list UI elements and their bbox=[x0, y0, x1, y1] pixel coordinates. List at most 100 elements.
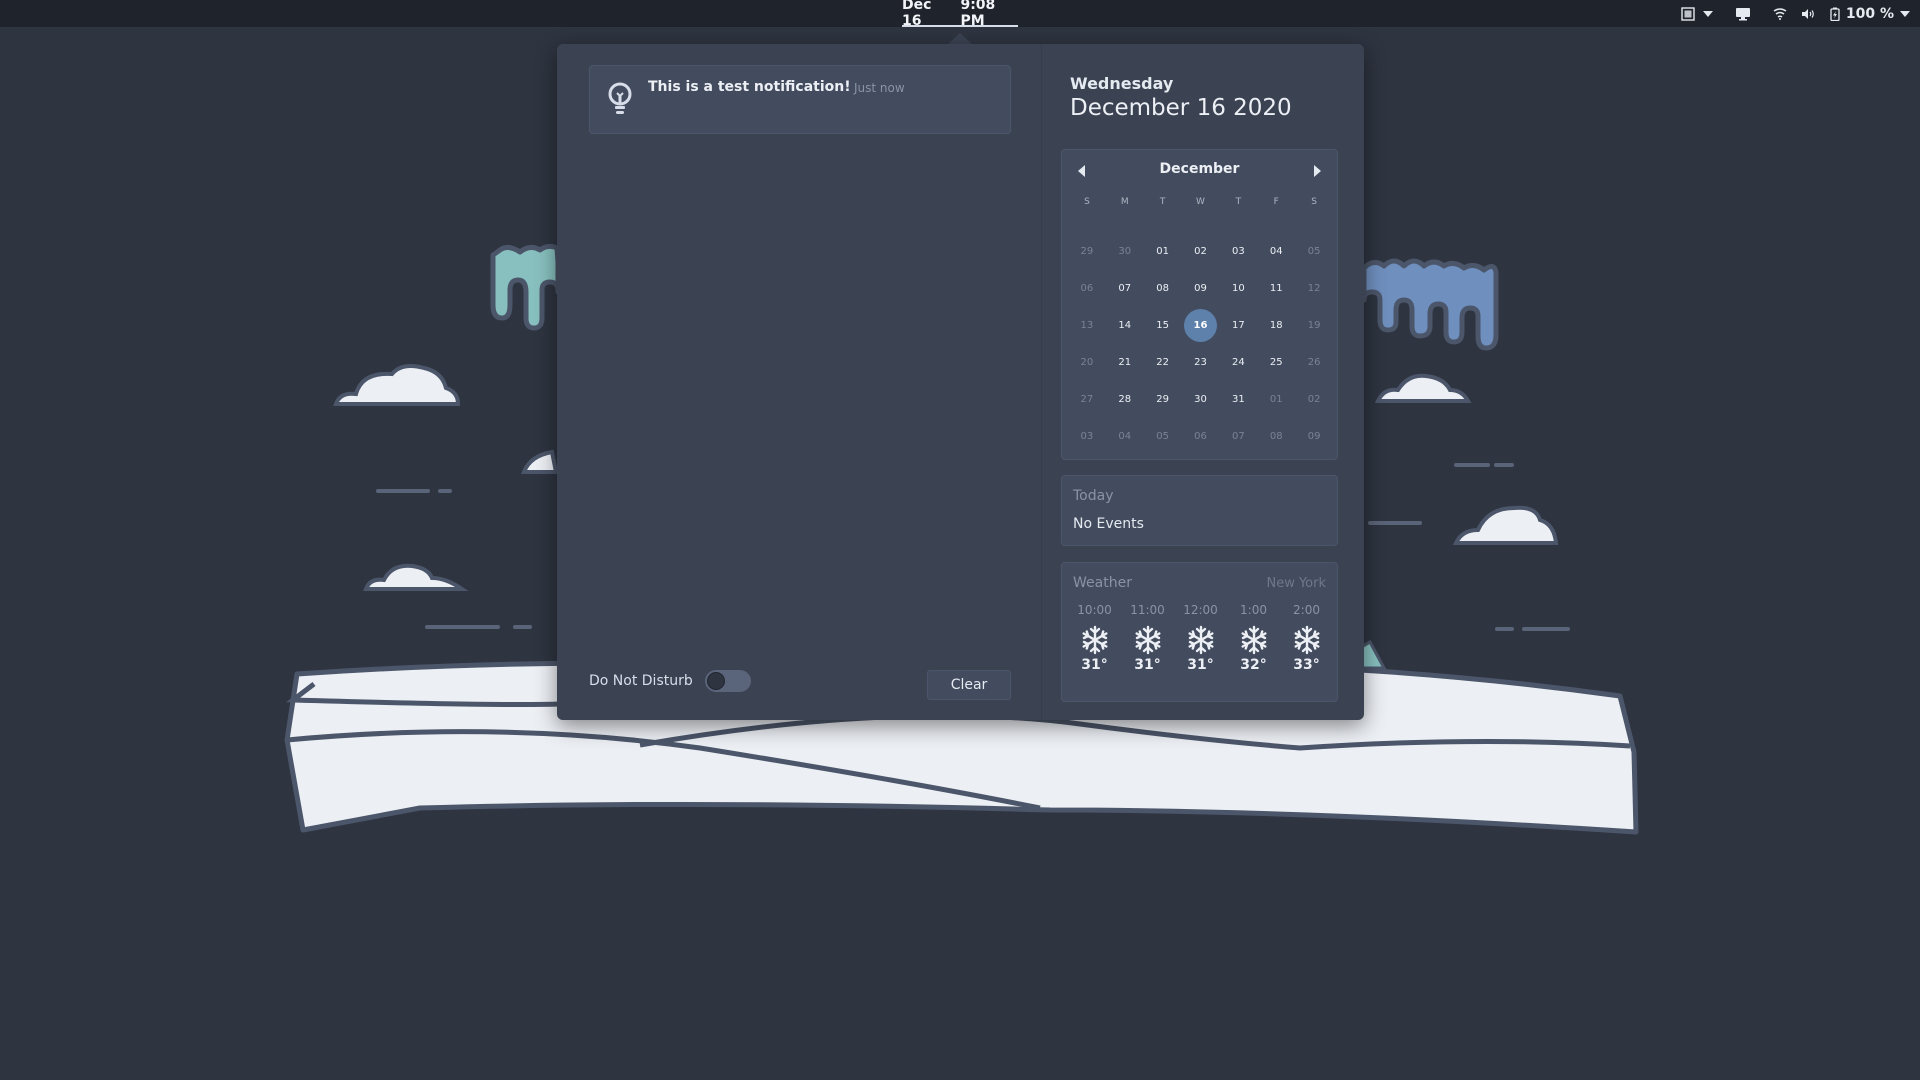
calendar-day[interactable]: 04 bbox=[1106, 418, 1144, 455]
calendar-day[interactable]: 29 bbox=[1068, 233, 1106, 270]
calendar-day[interactable]: 22 bbox=[1144, 344, 1182, 381]
calendar-day[interactable]: 18 bbox=[1257, 307, 1295, 344]
calendar-day[interactable]: 30 bbox=[1182, 381, 1220, 418]
wifi-icon bbox=[1773, 7, 1787, 20]
calendar-day[interactable]: 06 bbox=[1182, 418, 1220, 455]
forecast-item: 1:00 32° bbox=[1227, 603, 1280, 673]
forecast-temperature: 33° bbox=[1293, 657, 1320, 673]
calendar-day-number: 15 bbox=[1156, 320, 1169, 331]
network-indicator[interactable] bbox=[1766, 0, 1794, 27]
calendar-day-number: 01 bbox=[1269, 394, 1283, 405]
notification-title: This is a test notification! bbox=[648, 79, 851, 95]
calendar-day[interactable]: 14 bbox=[1106, 307, 1144, 344]
calendar-day[interactable]: 06 bbox=[1068, 270, 1106, 307]
calendar-day-number: 26 bbox=[1307, 357, 1321, 368]
calendar-day[interactable]: 11 bbox=[1257, 270, 1295, 307]
popover-arrow bbox=[948, 33, 972, 44]
display-indicator[interactable] bbox=[1720, 0, 1766, 27]
calendar-day-number: 09 bbox=[1194, 283, 1207, 294]
date-weekday: Wednesday bbox=[1070, 74, 1174, 93]
top-panel: Dec 16 9:08 PM 100 % bbox=[0, 0, 1920, 29]
calendar-day-number: 03 bbox=[1231, 246, 1245, 257]
calendar-day-number: 01 bbox=[1156, 246, 1169, 257]
calendar-day[interactable]: 05 bbox=[1144, 418, 1182, 455]
calendar-day-number: 02 bbox=[1307, 394, 1321, 405]
calendar-day[interactable]: 07 bbox=[1219, 418, 1257, 455]
calendar-day[interactable]: 20 bbox=[1068, 344, 1106, 381]
weather-forecast: 10:00 31° 11:00 31° 12:00 31° 1:00 32° 2… bbox=[1068, 603, 1333, 673]
calendar-day-number: 06 bbox=[1194, 431, 1207, 442]
calendar-day[interactable]: 23 bbox=[1182, 344, 1220, 381]
calendar-day[interactable]: 26 bbox=[1295, 344, 1333, 381]
date-full: December 16 2020 bbox=[1070, 95, 1292, 121]
snowflake-icon bbox=[1186, 625, 1216, 655]
calendar-day-selected[interactable]: 16 bbox=[1182, 307, 1220, 344]
calendar-day[interactable]: 28 bbox=[1106, 381, 1144, 418]
column-divider bbox=[1041, 44, 1042, 720]
calendar-day[interactable]: 31 bbox=[1219, 381, 1257, 418]
notification-card[interactable]: This is a test notification! Just now bbox=[589, 65, 1011, 134]
calendar-day[interactable]: 05 bbox=[1295, 233, 1333, 270]
do-not-disturb-switch[interactable] bbox=[704, 670, 751, 692]
calendar-month-label: December bbox=[1159, 161, 1240, 177]
calendar-day-number: 08 bbox=[1269, 431, 1283, 442]
calendar-day[interactable]: 21 bbox=[1106, 344, 1144, 381]
forecast-time: 10:00 bbox=[1077, 603, 1112, 617]
calendar-day-number: 11 bbox=[1269, 283, 1283, 294]
calendar-day[interactable]: 13 bbox=[1068, 307, 1106, 344]
weather-panel[interactable]: Weather New York 10:00 31° 11:00 31° 12:00… bbox=[1061, 562, 1338, 702]
calendar-day[interactable]: 03 bbox=[1068, 418, 1106, 455]
calendar-day-number: 18 bbox=[1269, 320, 1283, 331]
clock-date: Dec 16 bbox=[902, 0, 932, 29]
calendar-day-number: 10 bbox=[1231, 283, 1245, 294]
snowflake-icon bbox=[1080, 625, 1110, 655]
calendar-day[interactable]: 08 bbox=[1257, 418, 1295, 455]
notification-time: Just now bbox=[854, 81, 905, 95]
calendar-day[interactable]: 25 bbox=[1257, 344, 1295, 381]
calendar-weekday-label: W bbox=[1196, 197, 1205, 207]
forecast-temperature: 32° bbox=[1240, 657, 1267, 673]
calendar-day[interactable]: 30 bbox=[1106, 233, 1144, 270]
battery-percentage: 100 % bbox=[1845, 5, 1894, 22]
calendar-day[interactable]: 04 bbox=[1257, 233, 1295, 270]
calendar-day[interactable]: 09 bbox=[1182, 270, 1220, 307]
calendar-day-number: 09 bbox=[1307, 431, 1321, 442]
datetime-popover: This is a test notification! Just now Do… bbox=[557, 44, 1364, 720]
calendar-day[interactable]: 02 bbox=[1295, 381, 1333, 418]
calendar-day[interactable]: 01 bbox=[1257, 381, 1295, 418]
calendar-day-number: 25 bbox=[1269, 357, 1283, 368]
calendar-day[interactable]: 29 bbox=[1144, 381, 1182, 418]
calendar-day[interactable]: 15 bbox=[1144, 307, 1182, 344]
calendar-day-number: 24 bbox=[1231, 357, 1245, 368]
lightbulb-icon bbox=[608, 82, 632, 114]
calendar-day[interactable]: 17 bbox=[1219, 307, 1257, 344]
snowflake-icon bbox=[1292, 625, 1322, 655]
calendar-day[interactable]: 24 bbox=[1219, 344, 1257, 381]
calendar-day-number: 29 bbox=[1080, 246, 1094, 257]
clear-notifications-button[interactable]: Clear bbox=[927, 670, 1011, 700]
calendar-day[interactable]: 12 bbox=[1295, 270, 1333, 307]
calendar-day-number: 21 bbox=[1118, 357, 1132, 368]
calendar-day[interactable]: 27 bbox=[1068, 381, 1106, 418]
calendar-day-number: 31 bbox=[1231, 394, 1245, 405]
power-indicator[interactable]: 100 % bbox=[1822, 0, 1920, 27]
calendar-day-number: 20 bbox=[1080, 357, 1094, 368]
calendar-day[interactable]: 19 bbox=[1295, 307, 1333, 344]
clock-time: 9:08 PM bbox=[960, 0, 996, 29]
calendar-day[interactable]: 10 bbox=[1219, 270, 1257, 307]
forecast-time: 1:00 bbox=[1240, 603, 1267, 617]
sound-indicator[interactable] bbox=[1794, 0, 1822, 27]
calendar-day[interactable]: 09 bbox=[1295, 418, 1333, 455]
next-month-icon[interactable] bbox=[1314, 165, 1321, 177]
workspace-indicator[interactable] bbox=[1674, 0, 1720, 27]
clock-indicator[interactable]: Dec 16 9:08 PM bbox=[902, 0, 1018, 29]
calendar-day[interactable]: 01 bbox=[1144, 233, 1182, 270]
calendar-day[interactable]: 08 bbox=[1144, 270, 1182, 307]
calendar-day-number: 13 bbox=[1080, 320, 1094, 331]
calendar-day[interactable]: 02 bbox=[1182, 233, 1220, 270]
calendar-day-number: 19 bbox=[1307, 320, 1321, 331]
calendar-day[interactable]: 07 bbox=[1106, 270, 1144, 307]
calendar-day-number: 30 bbox=[1118, 246, 1132, 257]
forecast-item: 11:00 31° bbox=[1121, 603, 1174, 673]
calendar-day[interactable]: 03 bbox=[1219, 233, 1257, 270]
